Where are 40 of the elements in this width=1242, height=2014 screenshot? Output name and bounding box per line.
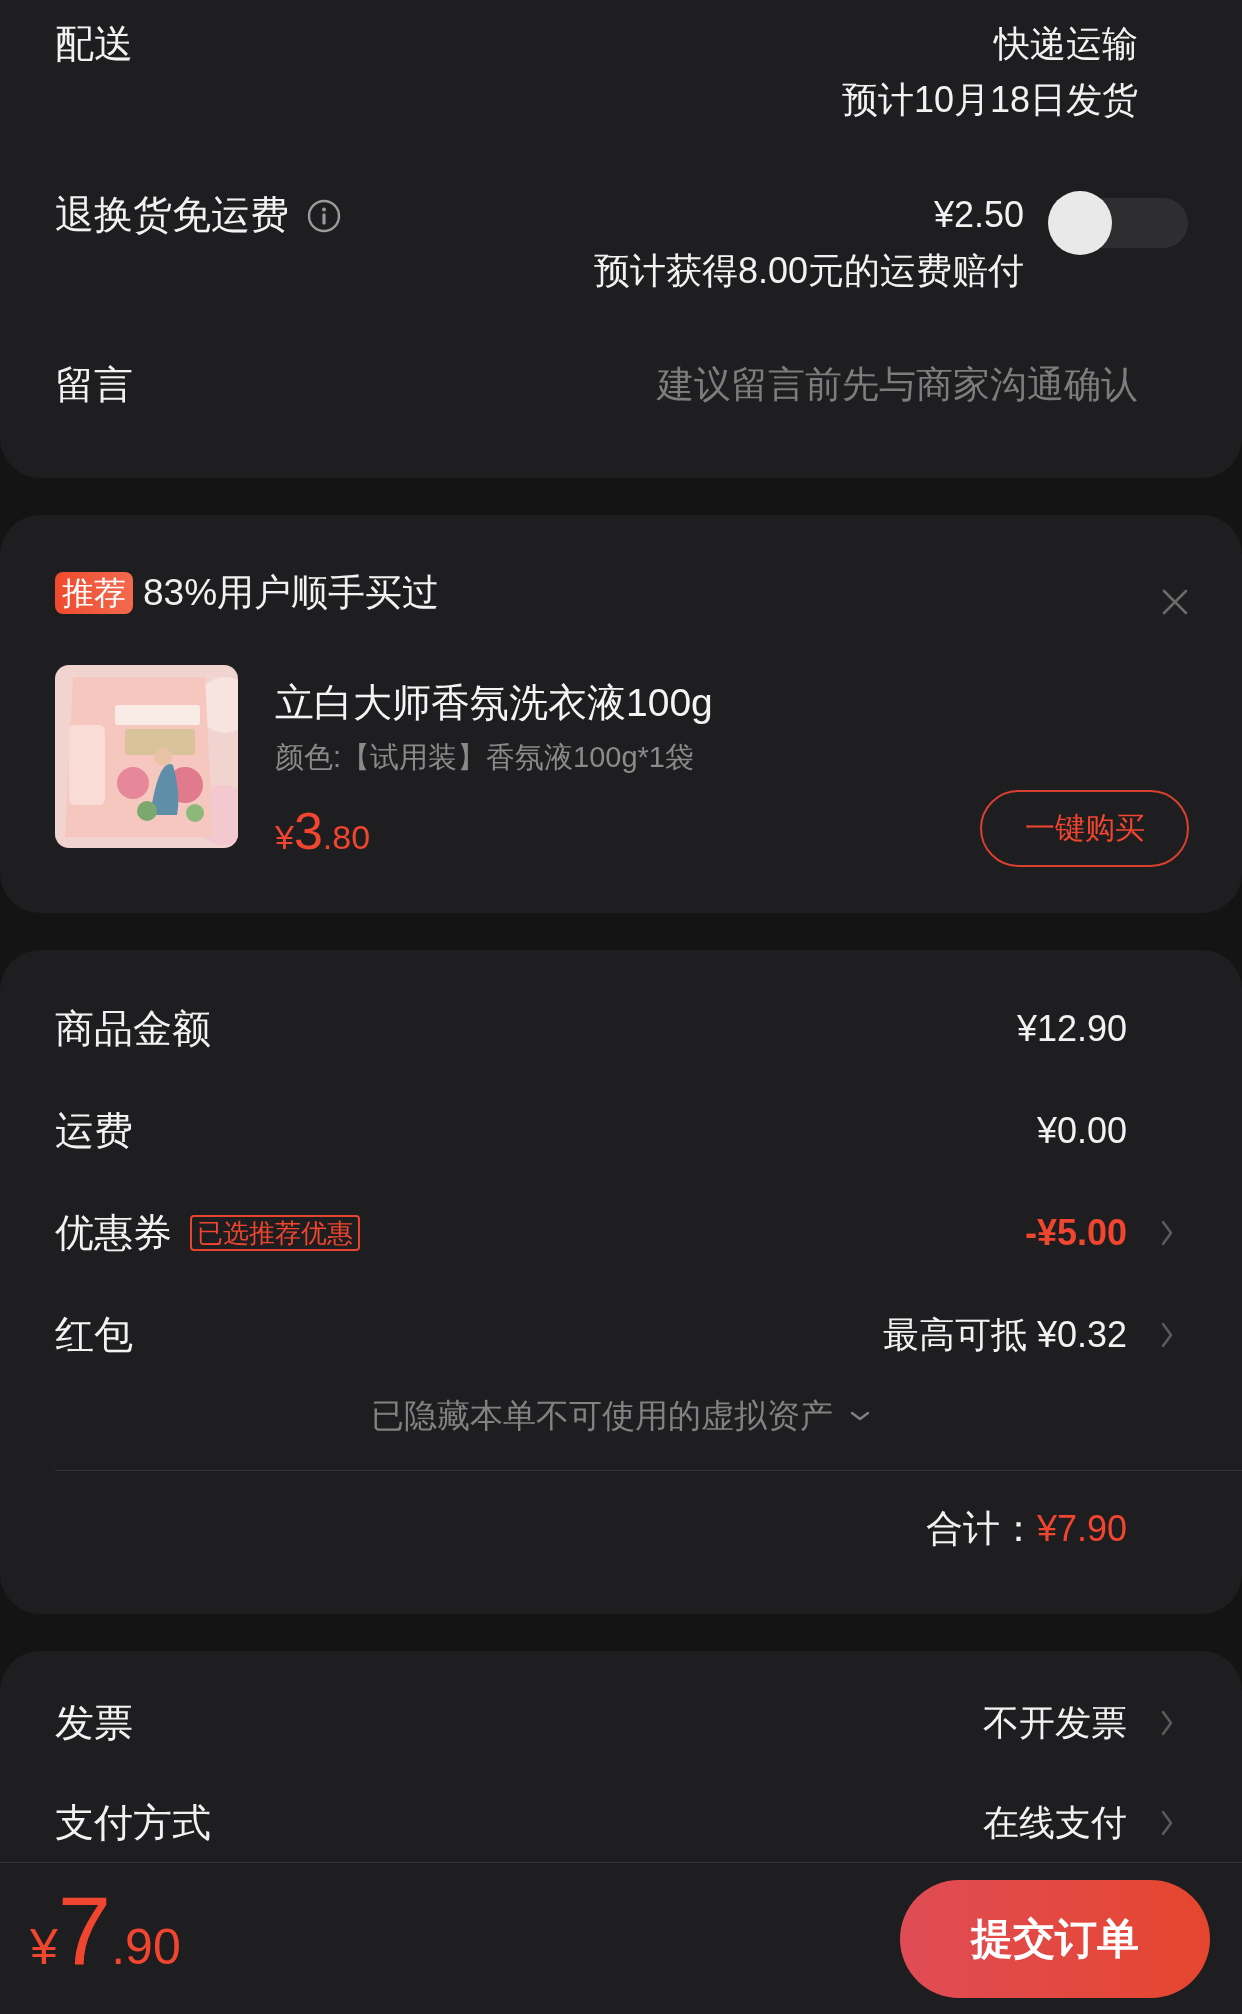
close-icon[interactable] — [1161, 588, 1189, 616]
row-value: 在线支付 — [983, 1801, 1127, 1845]
product-name: 立白大师香氛洗衣液100g — [275, 680, 714, 726]
row-value: -¥5.00 — [1024, 1211, 1127, 1255]
insurance-price: ¥2.50 — [933, 193, 1024, 237]
insurance-note: 预计获得8.00元的运费赔付 — [593, 249, 1024, 293]
total-value: ¥7.90 — [1036, 1507, 1127, 1551]
row-value: ¥12.90 — [1016, 1007, 1127, 1051]
recommend-title: 83%用户顺手买过 — [143, 571, 440, 615]
chevron-right-icon — [1159, 1709, 1175, 1737]
row-value: 不开发票 — [983, 1701, 1127, 1745]
total-price: ¥7.90 — [30, 1880, 181, 1986]
hidden-assets-toggle[interactable]: 已隐藏本单不可使用的虚拟资产 — [371, 1388, 833, 1444]
toggle-switch[interactable] — [1048, 191, 1188, 255]
chevron-down-icon[interactable] — [849, 1409, 871, 1423]
row-label: 优惠券 — [55, 1210, 172, 1256]
info-icon[interactable] — [307, 199, 341, 233]
product-price: ¥3.80 — [275, 801, 371, 862]
chevron-right-icon — [1159, 1809, 1175, 1837]
row-label: 退换货免运费 — [55, 192, 289, 238]
row-label: 支付方式 — [55, 1800, 211, 1846]
chevron-right-icon — [1159, 1219, 1175, 1247]
row-label: 发票 — [55, 1700, 133, 1746]
row-value: ¥0.00 — [1036, 1109, 1127, 1153]
shipping-method: 快递运输 — [994, 22, 1138, 66]
chevron-right-icon — [1159, 1321, 1175, 1349]
buy-now-button[interactable]: 一键购买 — [980, 790, 1189, 867]
shipping-eta: 预计10月18日发货 — [841, 78, 1138, 122]
recommend-badge: 推荐 — [55, 572, 133, 614]
row-value: 最高可抵 ¥0.32 — [882, 1313, 1127, 1357]
total-label: 合计： — [925, 1507, 1037, 1551]
row-label: 配送 — [55, 21, 133, 67]
row-label: 留言 — [55, 362, 133, 408]
row-label: 商品金额 — [55, 1006, 211, 1052]
submit-order-button[interactable]: 提交订单 — [900, 1879, 1210, 1998]
product-variant: 颜色:【试用装】香氛液100g*1袋 — [275, 740, 695, 775]
message-field[interactable]: 建议留言前先与商家沟通确认 — [578, 357, 1138, 413]
row-label: 运费 — [55, 1108, 133, 1154]
coupon-tag: 已选推荐优惠 — [190, 1215, 360, 1251]
row-label: 红包 — [55, 1312, 133, 1358]
